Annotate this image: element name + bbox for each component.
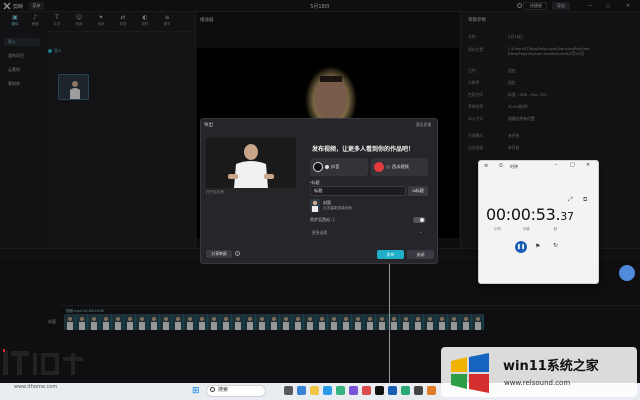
store-icon[interactable]	[336, 386, 345, 395]
ithome-logo	[3, 349, 83, 375]
more-options[interactable]: 更多选项	[312, 230, 327, 236]
publish-heading: 发布视频，让更多人看到你的作品吧！	[312, 146, 415, 153]
search-placeholder: 搜索	[218, 387, 229, 393]
app-icon[interactable]	[414, 386, 423, 395]
dialog-title: 导出	[204, 123, 213, 128]
file-explorer-icon[interactable]	[310, 386, 319, 395]
widgets-icon[interactable]	[297, 386, 306, 395]
pause-button[interactable]: ❚❚	[515, 241, 527, 253]
unit-hours: 小时	[494, 227, 501, 231]
platform-douyin[interactable]: 抖音	[310, 158, 368, 176]
unit-seconds: 秒	[554, 227, 558, 231]
app-icon[interactable]	[362, 386, 371, 395]
platform-xigua[interactable]: 西瓜视频	[371, 158, 428, 176]
cover-hint[interactable]: 点击重新选择封面	[323, 206, 352, 211]
task-view-icon[interactable]	[284, 386, 293, 395]
picture-in-picture-icon[interactable]: ⧉	[583, 196, 587, 204]
search-icon	[210, 387, 215, 392]
help-icon[interactable]: ?	[235, 251, 240, 256]
app-icon[interactable]	[349, 386, 358, 395]
capcut-icon[interactable]	[375, 386, 384, 395]
title-input[interactable]: 标题	[310, 186, 406, 196]
clock-app-icon[interactable]	[388, 386, 397, 395]
lap-flag-icon[interactable]: ⚑	[535, 243, 540, 250]
stopwatch-time: 00:00:53.37	[486, 205, 574, 224]
feedback-link[interactable]: 意见反馈	[416, 122, 431, 128]
app-icon[interactable]	[427, 386, 436, 395]
cover-thumbnail[interactable]	[310, 199, 320, 212]
publish-button[interactable]: 发布	[377, 250, 404, 259]
ai-title-button[interactable]: AI标题	[408, 186, 428, 196]
xigua-icon	[374, 162, 384, 172]
export-preview	[206, 138, 296, 188]
sync-xigua-label: 同步至西瓜 ⓘ	[310, 217, 336, 222]
relsound-title: win11系统之家	[503, 359, 599, 374]
maximize-icon[interactable]: □	[570, 162, 575, 168]
reset-icon[interactable]: ↻	[553, 242, 558, 249]
unit-minutes: 分钟	[523, 227, 530, 231]
close-button[interactable]: 关闭	[407, 250, 434, 259]
taskbar-search[interactable]	[206, 385, 266, 397]
douyin-icon	[313, 162, 323, 172]
ithome-url: www.ithome.com	[14, 384, 58, 390]
stopwatch-icon: ⏱	[499, 163, 503, 169]
clock-title: 时钟	[510, 164, 518, 169]
open-folder-link[interactable]: 打开文件夹	[206, 190, 224, 195]
chevron-down-icon[interactable]: ⌄	[419, 229, 422, 234]
expand-icon[interactable]: ⤢	[568, 196, 573, 204]
radio-icon	[386, 165, 390, 169]
hamburger-icon[interactable]: ≡	[484, 163, 488, 169]
relsound-url: www.relsound.com	[504, 379, 571, 387]
windows-start-icon[interactable]: ⊞	[192, 386, 200, 396]
person-preview	[206, 138, 296, 188]
share-review-button[interactable]: 分享审阅	[206, 250, 232, 258]
minimize-icon[interactable]: –	[555, 162, 558, 168]
edge-icon[interactable]	[323, 386, 332, 395]
floating-assistant-icon[interactable]	[619, 265, 635, 281]
toggle-knob	[420, 218, 424, 222]
app-icon[interactable]	[401, 386, 410, 395]
radio-icon	[325, 165, 329, 169]
close-icon[interactable]: ✕	[586, 162, 590, 168]
person-thumbnail	[312, 200, 318, 212]
